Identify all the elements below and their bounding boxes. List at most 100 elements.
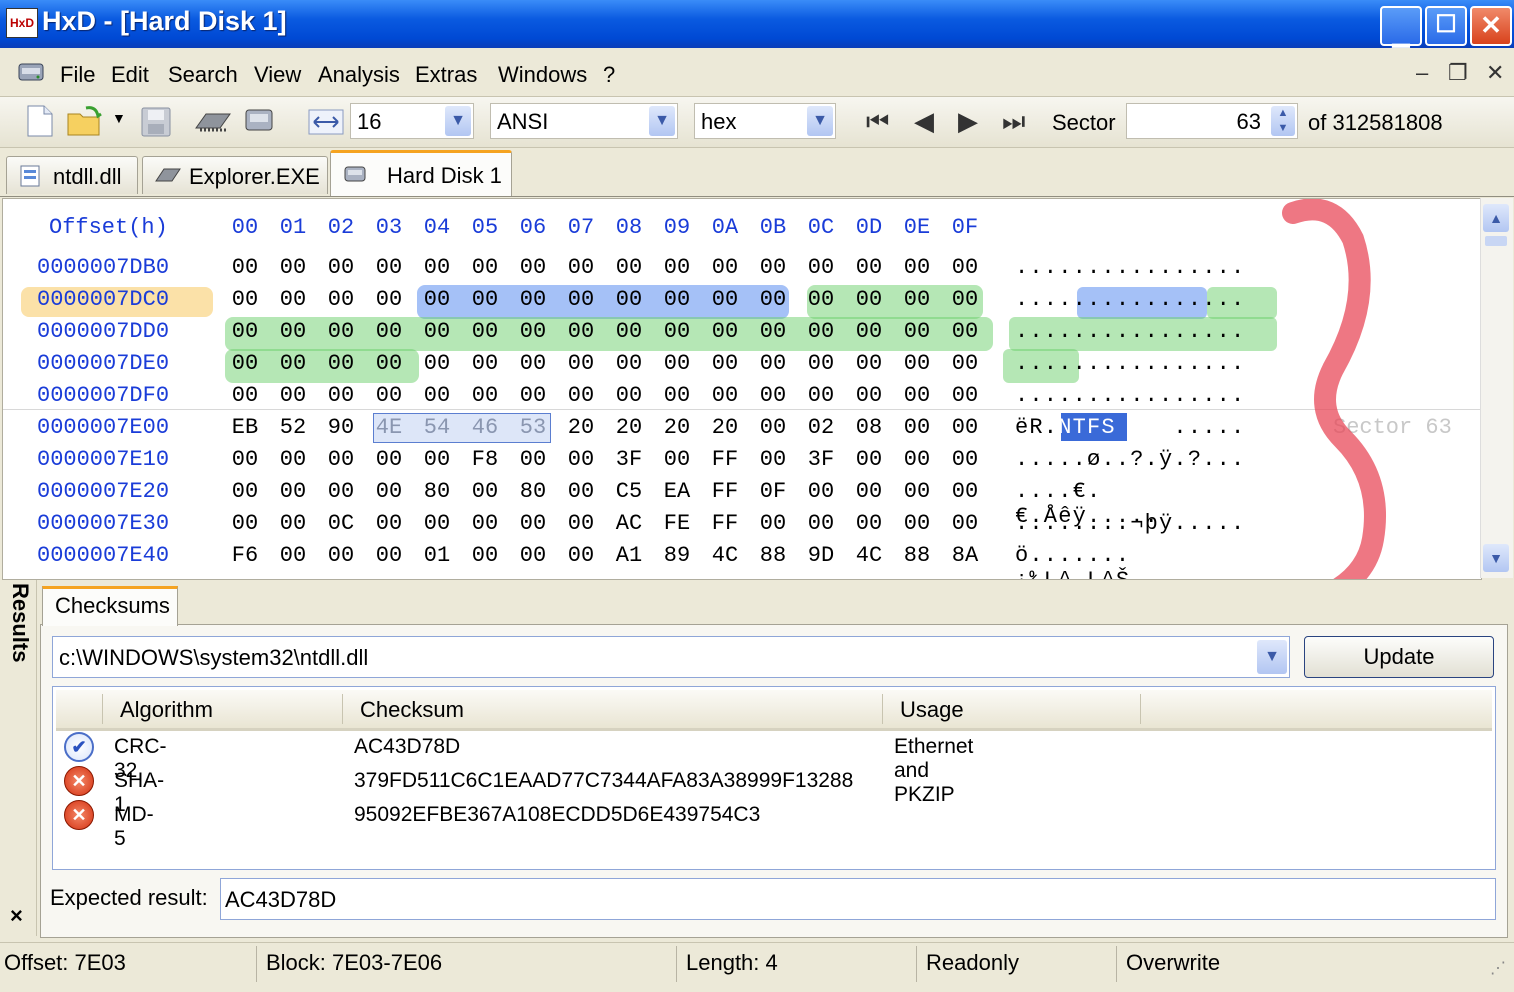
hex-byte[interactable]: 00 xyxy=(613,319,645,344)
ascii-text[interactable]: ö.......¡‰L^.L^Š xyxy=(1015,543,1130,579)
mdi-close-icon[interactable]: ✕ xyxy=(1486,60,1504,86)
hex-byte[interactable]: 00 xyxy=(421,447,453,472)
minimize-button[interactable]: ▁ xyxy=(1380,6,1422,47)
hex-byte[interactable]: 00 xyxy=(229,511,261,536)
hex-byte[interactable]: EB xyxy=(229,415,261,440)
hex-byte[interactable]: 00 xyxy=(853,479,885,504)
hex-byte[interactable]: 00 xyxy=(565,383,597,408)
hex-vertical-scrollbar[interactable]: ▲ ▼ xyxy=(1480,198,1513,578)
mdi-minimize-icon[interactable]: – xyxy=(1416,60,1428,86)
hex-byte[interactable]: 00 xyxy=(901,447,933,472)
hex-byte[interactable]: 00 xyxy=(661,319,693,344)
hex-byte[interactable]: 00 xyxy=(805,383,837,408)
menu-help[interactable]: ? xyxy=(603,62,615,88)
open-folder-icon[interactable] xyxy=(66,104,106,144)
hex-byte[interactable]: 8A xyxy=(949,543,981,568)
hex-byte[interactable]: 00 xyxy=(229,479,261,504)
hex-byte[interactable]: 00 xyxy=(325,447,357,472)
hex-byte[interactable]: 02 xyxy=(805,415,837,440)
hex-byte[interactable]: 00 xyxy=(757,511,789,536)
hex-byte[interactable]: 00 xyxy=(709,255,741,280)
hex-byte[interactable]: 00 xyxy=(229,447,261,472)
hex-byte[interactable]: 00 xyxy=(565,255,597,280)
hex-byte[interactable]: 20 xyxy=(709,415,741,440)
hex-byte[interactable]: 00 xyxy=(565,287,597,312)
hex-byte[interactable]: 00 xyxy=(949,383,981,408)
hex-byte[interactable]: 00 xyxy=(325,287,357,312)
hex-byte[interactable]: 00 xyxy=(613,287,645,312)
hex-byte[interactable]: 00 xyxy=(325,255,357,280)
hex-byte[interactable]: 00 xyxy=(853,383,885,408)
hex-byte[interactable]: 20 xyxy=(565,415,597,440)
mdi-restore-icon[interactable]: ❐ xyxy=(1448,60,1468,86)
hex-byte[interactable]: 00 xyxy=(469,511,501,536)
hex-byte[interactable]: 00 xyxy=(613,383,645,408)
hex-byte[interactable]: 00 xyxy=(661,255,693,280)
update-button[interactable]: Update xyxy=(1304,636,1494,678)
hex-byte[interactable]: 00 xyxy=(229,351,261,376)
hex-byte[interactable]: 00 xyxy=(325,351,357,376)
hex-byte[interactable]: 00 xyxy=(709,383,741,408)
close-button[interactable]: ✕ xyxy=(1470,6,1512,46)
column-algorithm[interactable]: Algorithm xyxy=(120,697,213,723)
hex-byte[interactable]: 00 xyxy=(373,447,405,472)
hex-byte[interactable]: 46 xyxy=(469,415,501,440)
menu-view[interactable]: View xyxy=(254,62,301,88)
offset-base-select[interactable]: hex ▼ xyxy=(694,103,836,139)
hex-byte[interactable]: 00 xyxy=(469,319,501,344)
menu-analysis[interactable]: Analysis xyxy=(318,62,400,88)
hex-byte[interactable]: 00 xyxy=(805,479,837,504)
tab-explorer[interactable]: Explorer.EXE xyxy=(142,156,328,194)
hex-byte[interactable]: 00 xyxy=(949,287,981,312)
hex-byte[interactable]: 90 xyxy=(325,415,357,440)
hex-byte[interactable]: 00 xyxy=(757,287,789,312)
hex-byte[interactable]: 00 xyxy=(421,511,453,536)
sector-input[interactable]: 63 ▲ ▼ xyxy=(1126,103,1298,139)
tab-hard-disk[interactable]: Hard Disk 1 xyxy=(330,150,512,196)
hex-byte[interactable]: 00 xyxy=(229,287,261,312)
hex-byte[interactable]: 00 xyxy=(421,319,453,344)
hex-byte[interactable]: 00 xyxy=(805,287,837,312)
resize-grip-icon[interactable]: ⋰ xyxy=(1490,958,1506,978)
hex-byte[interactable]: 00 xyxy=(661,351,693,376)
hex-byte[interactable]: 00 xyxy=(853,351,885,376)
hex-byte[interactable]: 00 xyxy=(805,319,837,344)
hex-byte[interactable]: 00 xyxy=(517,287,549,312)
hex-byte[interactable]: 00 xyxy=(613,351,645,376)
menu-search[interactable]: Search xyxy=(168,62,238,88)
ascii-text[interactable]: ................ xyxy=(1015,383,1245,408)
hex-byte[interactable]: FF xyxy=(709,479,741,504)
menu-extras[interactable]: Extras xyxy=(415,62,477,88)
results-close-icon[interactable]: × xyxy=(10,903,23,929)
hex-byte[interactable]: 00 xyxy=(469,255,501,280)
hex-byte[interactable]: 00 xyxy=(709,287,741,312)
hex-byte[interactable]: FF xyxy=(709,447,741,472)
hex-byte[interactable]: 00 xyxy=(325,479,357,504)
hex-byte[interactable]: 00 xyxy=(325,319,357,344)
maximize-button[interactable]: ☐ xyxy=(1425,6,1467,46)
hex-byte[interactable]: 00 xyxy=(421,351,453,376)
tab-ntdll[interactable]: ntdll.dll xyxy=(6,156,138,194)
hex-byte[interactable]: 00 xyxy=(421,255,453,280)
hex-byte[interactable]: 00 xyxy=(661,447,693,472)
hex-byte[interactable]: 00 xyxy=(565,447,597,472)
tab-checksums[interactable]: Checksums xyxy=(42,586,178,626)
hex-byte[interactable]: 08 xyxy=(853,415,885,440)
hex-byte[interactable]: 80 xyxy=(421,479,453,504)
hex-byte[interactable]: 00 xyxy=(277,287,309,312)
hex-byte[interactable]: 00 xyxy=(421,287,453,312)
hex-byte[interactable]: 88 xyxy=(901,543,933,568)
hex-byte[interactable]: 52 xyxy=(277,415,309,440)
hex-byte[interactable]: 00 xyxy=(661,287,693,312)
hex-byte[interactable]: 00 xyxy=(517,511,549,536)
expected-result-input[interactable]: AC43D78D xyxy=(220,878,1496,920)
hex-byte[interactable]: 00 xyxy=(709,351,741,376)
hex-byte[interactable]: 00 xyxy=(373,319,405,344)
hex-byte[interactable]: 00 xyxy=(949,511,981,536)
status-mode[interactable]: Overwrite xyxy=(1126,950,1220,976)
hex-byte[interactable]: 00 xyxy=(277,255,309,280)
hex-byte[interactable]: 00 xyxy=(661,383,693,408)
hex-byte[interactable]: 00 xyxy=(949,351,981,376)
menu-file[interactable]: File xyxy=(60,62,95,88)
hex-byte[interactable]: 00 xyxy=(469,479,501,504)
